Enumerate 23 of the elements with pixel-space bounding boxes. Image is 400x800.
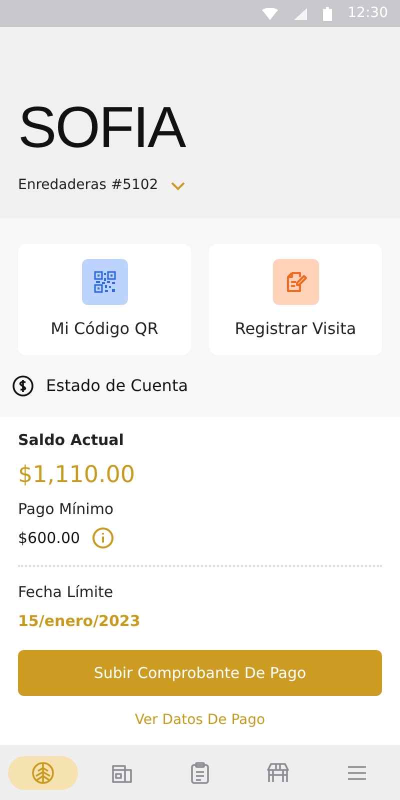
qr-code-icon	[82, 258, 128, 304]
due-date: 15/enero/2023	[18, 610, 142, 632]
note-pencil-icon	[272, 258, 318, 304]
tree-logo-icon	[31, 760, 56, 784]
chevron-down-icon	[170, 180, 186, 190]
action-card[interactable]: Registrar Visita	[209, 244, 382, 355]
minimum-label: Pago Mínimo	[18, 499, 115, 520]
battery-icon	[322, 6, 332, 20]
minimum-amount: $600.00	[18, 528, 80, 548]
info-icon[interactable]	[92, 526, 114, 549]
dollar-circle-icon	[12, 375, 34, 397]
balance-label: Saldo Actual	[18, 430, 125, 451]
nav-tab[interactable]	[8, 756, 78, 790]
address-text: Enredaderas #5102	[18, 176, 158, 195]
action-card[interactable]: Mi Código QR	[18, 244, 191, 355]
store-icon	[266, 760, 290, 784]
signal-icon	[294, 8, 307, 20]
wifi-icon	[262, 8, 278, 20]
status-time: 12:30	[348, 4, 388, 23]
user-name: SOFIA	[18, 99, 187, 157]
section-title: Estado de Cuenta	[46, 375, 188, 397]
due-date-label: Fecha Límite	[18, 582, 114, 603]
balance-amount: $1,110.00	[18, 460, 136, 490]
